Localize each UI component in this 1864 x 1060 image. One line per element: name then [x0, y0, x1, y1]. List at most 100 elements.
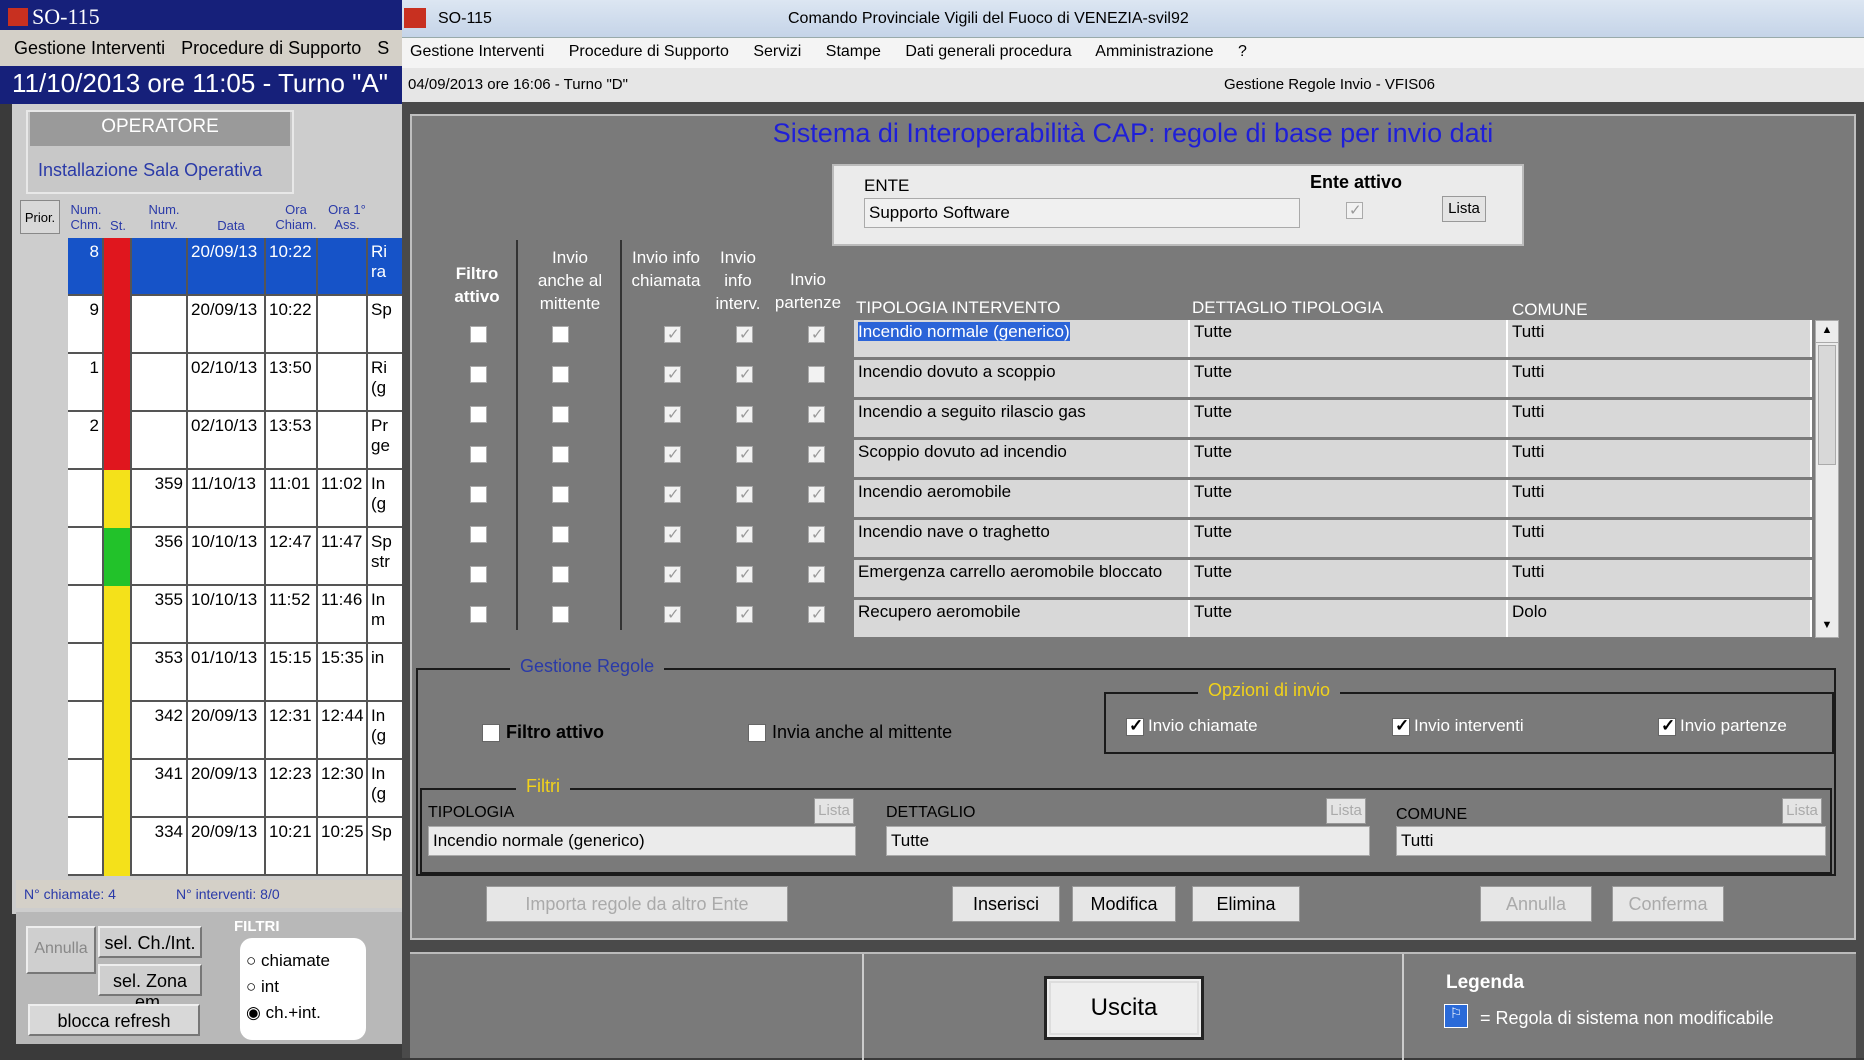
- bg-table-row[interactable]: 353 01/10/13 15:15 15:35 in: [68, 644, 408, 702]
- bg-table-row[interactable]: 1 02/10/13 13:50 Ri (g: [68, 354, 408, 412]
- rule-partenze-checkbox[interactable]: [808, 405, 825, 423]
- filtro-comune-field[interactable]: Tutti: [1396, 826, 1826, 856]
- menu-dati-generali[interactable]: Dati generali procedura: [905, 43, 1071, 60]
- bg-table-row[interactable]: 9 20/09/13 10:22 Sp: [68, 296, 408, 354]
- rule-row[interactable]: Incendio a seguito rilascio gas Tutte Tutt…: [854, 400, 1812, 438]
- rule-interv-checkbox[interactable]: [736, 565, 753, 583]
- rule-chiamata-checkbox[interactable]: [664, 605, 681, 623]
- rule-interv-checkbox[interactable]: [736, 325, 753, 343]
- conferma-button[interactable]: Conferma: [1612, 886, 1724, 922]
- rule-chiamata-checkbox[interactable]: [664, 325, 681, 343]
- menu-gestione-interventi[interactable]: Gestione Interventi: [410, 43, 544, 60]
- tipologia-lista-button[interactable]: Lista: [814, 798, 854, 824]
- rule-row[interactable]: Incendio normale (generico) Tutte Tutti: [854, 320, 1812, 358]
- rule-row[interactable]: Incendio aeromobile Tutte Tutti: [854, 480, 1812, 518]
- rule-interv-checkbox[interactable]: [736, 485, 753, 503]
- scroll-thumb[interactable]: [1818, 345, 1836, 465]
- rule-interv-checkbox[interactable]: [736, 365, 753, 383]
- scroll-up-icon[interactable]: ▲: [1816, 321, 1838, 343]
- bg-table-row[interactable]: 8 20/09/13 10:22 Ri ra: [68, 238, 408, 296]
- rule-interv-checkbox[interactable]: [736, 525, 753, 543]
- rule-filtro-checkbox[interactable]: [470, 486, 487, 503]
- radio-ch-int[interactable]: ◉ ch.+int.: [246, 1000, 360, 1026]
- menu-help[interactable]: ?: [1238, 43, 1247, 60]
- rule-chiamata-checkbox[interactable]: [664, 365, 681, 383]
- rule-mittente-checkbox[interactable]: [552, 606, 569, 623]
- rule-interv-checkbox[interactable]: [736, 445, 753, 463]
- rule-partenze-checkbox[interactable]: [808, 366, 825, 383]
- rule-filtro-checkbox[interactable]: [470, 406, 487, 423]
- elimina-button[interactable]: Elimina: [1192, 886, 1300, 922]
- bg-menu-gestione[interactable]: Gestione Interventi: [14, 38, 165, 58]
- dettaglio-lista-button[interactable]: Lista: [1326, 798, 1366, 824]
- rule-filtro-checkbox[interactable]: [470, 526, 487, 543]
- rule-partenze-checkbox[interactable]: [808, 605, 825, 623]
- rule-interv-checkbox[interactable]: [736, 405, 753, 423]
- rule-filtro-checkbox[interactable]: [470, 326, 487, 343]
- bg-table-row[interactable]: 334 20/09/13 10:21 10:25 Sp: [68, 818, 408, 876]
- rule-mittente-checkbox[interactable]: [552, 326, 569, 343]
- bg-table-row[interactable]: 359 11/10/13 11:01 11:02 In (g: [68, 470, 408, 528]
- menu-procedure[interactable]: Procedure di Supporto: [569, 43, 729, 60]
- rule-filtro-checkbox[interactable]: [470, 566, 487, 583]
- rule-row[interactable]: Scoppio dovuto ad incendio Tutte Tutti: [854, 440, 1812, 478]
- rule-chiamata-checkbox[interactable]: [664, 485, 681, 503]
- rule-partenze-checkbox[interactable]: [808, 565, 825, 583]
- bg-table-row[interactable]: 355 10/10/13 11:52 11:46 In m: [68, 586, 408, 644]
- importa-regole-button[interactable]: Importa regole da altro Ente: [486, 886, 788, 922]
- rule-interv-checkbox[interactable]: [736, 605, 753, 623]
- bg-annulla-button[interactable]: Annulla: [26, 926, 96, 974]
- inserisci-button[interactable]: Inserisci: [952, 886, 1060, 922]
- radio-chiamate[interactable]: ○ chiamate: [246, 948, 360, 974]
- bg-table-row[interactable]: 356 10/10/13 12:47 11:47 Sp str: [68, 528, 408, 586]
- gestione-filtro-checkbox[interactable]: [482, 724, 500, 742]
- bg-menu-s[interactable]: S: [377, 38, 389, 58]
- rule-mittente-checkbox[interactable]: [552, 446, 569, 463]
- filtro-tipologia-field[interactable]: Incendio normale (generico): [428, 826, 856, 856]
- blocca-refresh-button[interactable]: blocca refresh: [28, 1004, 200, 1036]
- rule-partenze-checkbox[interactable]: [808, 325, 825, 343]
- ente-field[interactable]: Supporto Software: [864, 198, 1300, 228]
- bg-table-row[interactable]: 341 20/09/13 12:23 12:30 In (g: [68, 760, 408, 818]
- rule-mittente-checkbox[interactable]: [552, 406, 569, 423]
- scroll-down-icon[interactable]: ▼: [1816, 615, 1838, 637]
- modifica-button[interactable]: Modifica: [1072, 886, 1176, 922]
- rules-scrollbar[interactable]: ▲ ▼: [1815, 320, 1839, 638]
- rule-chiamata-checkbox[interactable]: [664, 525, 681, 543]
- sel-zona-button[interactable]: sel. Zona em.: [98, 964, 202, 1012]
- opt-interventi-checkbox[interactable]: [1392, 716, 1410, 736]
- rule-filtro-checkbox[interactable]: [470, 366, 487, 383]
- rule-mittente-checkbox[interactable]: [552, 566, 569, 583]
- rule-filtro-checkbox[interactable]: [470, 606, 487, 623]
- rule-mittente-checkbox[interactable]: [552, 526, 569, 543]
- rule-chiamata-checkbox[interactable]: [664, 445, 681, 463]
- rule-mittente-checkbox[interactable]: [552, 486, 569, 503]
- bg-table-row[interactable]: 342 20/09/13 12:31 12:44 In (g: [68, 702, 408, 760]
- sel-ch-button[interactable]: sel. Ch./Int.: [98, 926, 202, 958]
- rule-partenze-checkbox[interactable]: [808, 445, 825, 463]
- gestione-mittente-checkbox[interactable]: [748, 724, 766, 742]
- rule-row[interactable]: Emergenza carrello aeromobile bloccato Tu…: [854, 560, 1812, 598]
- rule-chiamata-checkbox[interactable]: [664, 565, 681, 583]
- menu-servizi[interactable]: Servizi: [753, 43, 801, 60]
- bg-menu-procedure[interactable]: Procedure di Supporto: [181, 38, 361, 58]
- rule-row[interactable]: Incendio dovuto a scoppio Tutte Tutti: [854, 360, 1812, 398]
- rule-partenze-checkbox[interactable]: [808, 525, 825, 543]
- comune-lista-button[interactable]: Lista: [1782, 798, 1822, 824]
- rule-filtro-checkbox[interactable]: [470, 446, 487, 463]
- ente-lista-button[interactable]: Lista: [1442, 196, 1486, 222]
- bg-table-row[interactable]: 2 02/10/13 13:53 Pr ge: [68, 412, 408, 470]
- prior-button[interactable]: Prior.: [20, 200, 60, 234]
- filtro-dettaglio-field[interactable]: Tutte: [886, 826, 1370, 856]
- rule-row[interactable]: Recupero aeromobile Tutte Dolo: [854, 600, 1812, 638]
- radio-int[interactable]: ○ int: [246, 974, 360, 1000]
- rule-chiamata-checkbox[interactable]: [664, 405, 681, 423]
- rule-partenze-checkbox[interactable]: [808, 485, 825, 503]
- opt-chiamate-checkbox[interactable]: [1126, 716, 1144, 736]
- rule-mittente-checkbox[interactable]: [552, 366, 569, 383]
- uscita-button[interactable]: Uscita: [1044, 976, 1204, 1040]
- rule-row[interactable]: Incendio nave o traghetto Tutte Tutti: [854, 520, 1812, 558]
- ente-attivo-checkbox[interactable]: [1346, 201, 1363, 219]
- annulla-button[interactable]: Annulla: [1480, 886, 1592, 922]
- opt-partenze-checkbox[interactable]: [1658, 716, 1676, 736]
